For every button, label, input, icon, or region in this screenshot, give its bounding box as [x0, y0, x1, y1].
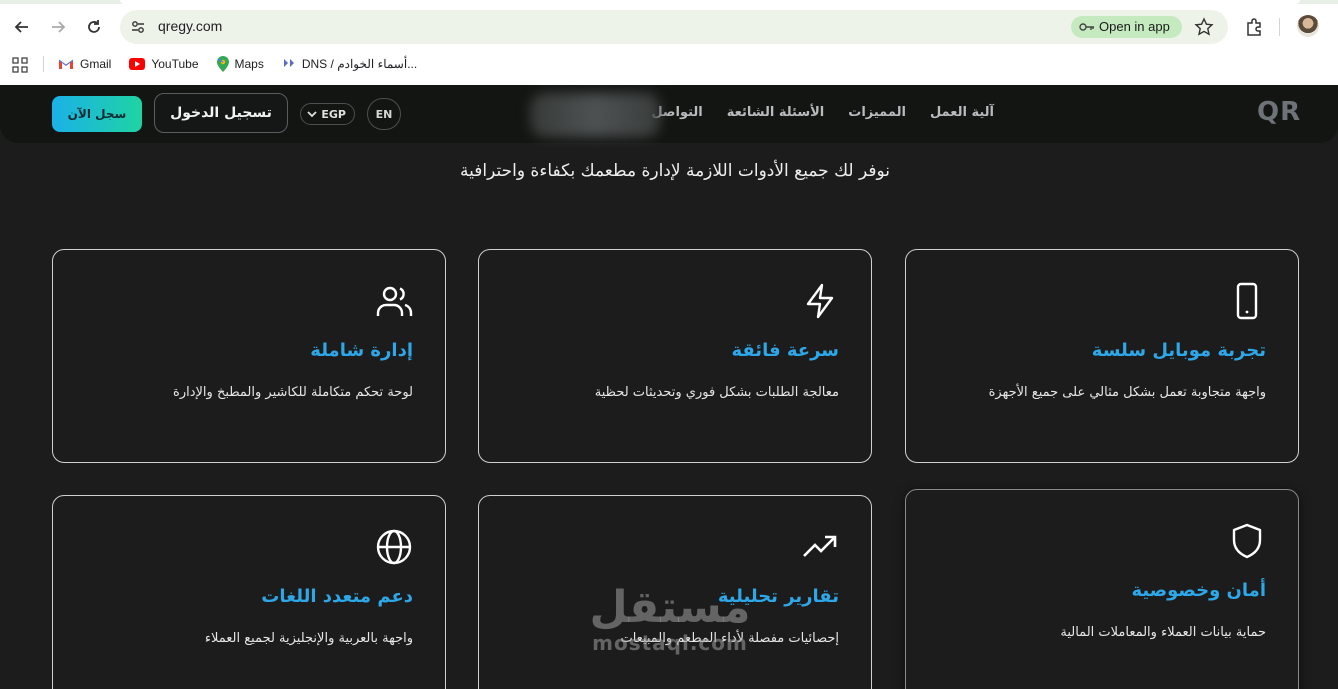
site-header: QR آلية العمل المميزات الأسئلة الشائعة ا…: [0, 85, 1338, 143]
lightning-icon: [806, 283, 834, 319]
maps-pin-icon: [216, 56, 229, 72]
feature-description: لوحة تحكم متكاملة للكاشير والمطبخ والإدا…: [173, 385, 413, 400]
feature-card-mobile: تجربة موبايل سلسة واجهة متجاوبة تعمل بشك…: [905, 249, 1299, 463]
profile-avatar[interactable]: [1297, 15, 1319, 37]
feature-title: دعم متعدد اللغات: [261, 586, 413, 607]
active-tab-edge[interactable]: [120, 0, 1300, 4]
bookmark-label: Maps: [234, 57, 264, 71]
open-in-app-button[interactable]: Open in app: [1071, 16, 1182, 38]
dns-icon: [283, 59, 294, 67]
bookmark-star-icon[interactable]: [1194, 17, 1214, 37]
feature-title: تجربة موبايل سلسة: [1091, 340, 1266, 361]
features-subtitle: نوفر لك جميع الأدوات اللازمة لإدارة مطعم…: [459, 161, 891, 181]
arrow-left-icon: [14, 21, 28, 33]
feature-description: واجهة بالعربية والإنجليزية لجميع العملاء: [204, 631, 413, 646]
feature-description: واجهة متجاوبة تعمل بشكل مثالي على جميع ا…: [988, 385, 1266, 400]
nav-item-how-it-works[interactable]: آلية العمل: [930, 105, 994, 120]
shield-icon: [1232, 523, 1262, 559]
youtube-icon: [129, 58, 146, 70]
url-text[interactable]: qregy.com: [158, 18, 222, 34]
blurred-element: [530, 93, 660, 137]
language-toggle-button[interactable]: EN: [367, 98, 401, 130]
feature-card-reports: تقارير تحليلية إحصائيات مفصلة لأداء المط…: [478, 495, 872, 689]
open-in-app-label: Open in app: [1099, 19, 1170, 34]
forward-button[interactable]: [44, 13, 72, 41]
bookmark-label: Gmail: [80, 57, 112, 71]
bookmark-dns[interactable]: DNS / أسماء الخوادم...: [282, 57, 417, 71]
bookmark-label: YouTube: [151, 57, 199, 71]
trending-up-icon: [803, 535, 837, 557]
reload-button[interactable]: [80, 13, 108, 41]
feature-description: معالجة الطلبات بشكل فوري وتحديثات لحظية: [594, 385, 839, 400]
globe-icon: [376, 529, 412, 565]
feature-title: سرعة فائقة: [731, 340, 839, 361]
back-button[interactable]: [8, 13, 36, 41]
browser-chrome: qregy.com Open in app Gmail YouTube Maps…: [0, 0, 1338, 85]
key-icon: [1079, 23, 1094, 31]
feature-card-management: إدارة شاملة لوحة تحكم متكاملة للكاشير وا…: [52, 249, 446, 463]
signup-button[interactable]: سجل الآن: [52, 96, 142, 132]
login-button[interactable]: تسجيل الدخول: [154, 93, 288, 133]
address-bar[interactable]: qregy.com Open in app: [120, 10, 1228, 44]
currency-value: EGP: [321, 107, 346, 121]
site-settings-icon[interactable]: [130, 19, 146, 35]
extensions-icon[interactable]: [1244, 17, 1264, 37]
feature-card-languages: دعم متعدد اللغات واجهة بالعربية والإنجلي…: [52, 495, 446, 689]
bookmark-label: DNS / أسماء الخوادم...: [301, 57, 418, 71]
chevron-down-icon: [307, 111, 317, 118]
main-nav: آلية العمل المميزات الأسئلة الشائعة التو…: [651, 105, 994, 120]
feature-card-security[interactable]: أمان وخصوصية حماية بيانات العملاء والمعا…: [905, 489, 1299, 689]
reload-icon: [88, 20, 100, 33]
gmail-icon: [58, 59, 74, 69]
feature-description: حماية بيانات العملاء والمعاملات المالية: [1060, 625, 1266, 640]
nav-item-faq[interactable]: الأسئلة الشائعة: [727, 105, 825, 120]
users-icon: [376, 286, 413, 316]
toolbar-separator: [1279, 18, 1280, 36]
feature-title: إدارة شاملة: [310, 340, 413, 361]
tab-strip: [0, 0, 1338, 4]
logo[interactable]: QR: [1257, 97, 1301, 127]
feature-card-speed: سرعة فائقة معالجة الطلبات بشكل فوري وتحد…: [478, 249, 872, 463]
website-viewport: QR آلية العمل المميزات الأسئلة الشائعة ا…: [0, 85, 1338, 689]
feature-title: تقارير تحليلية: [717, 586, 839, 607]
currency-select[interactable]: EGP: [300, 103, 355, 125]
feature-title: أمان وخصوصية: [1131, 580, 1266, 601]
bookmarks-bar: Gmail YouTube Maps DNS / أسماء الخوادم..…: [0, 52, 1338, 76]
smartphone-icon: [1236, 282, 1258, 320]
bookmark-youtube[interactable]: YouTube: [129, 57, 199, 71]
nav-item-features[interactable]: المميزات: [848, 105, 906, 120]
arrow-right-icon: [52, 21, 66, 33]
feature-description: إحصائيات مفصلة لأداء المطعم والمبيعات: [620, 631, 839, 646]
bookmark-maps[interactable]: Maps: [216, 56, 264, 72]
bookmark-gmail[interactable]: Gmail: [58, 57, 111, 71]
